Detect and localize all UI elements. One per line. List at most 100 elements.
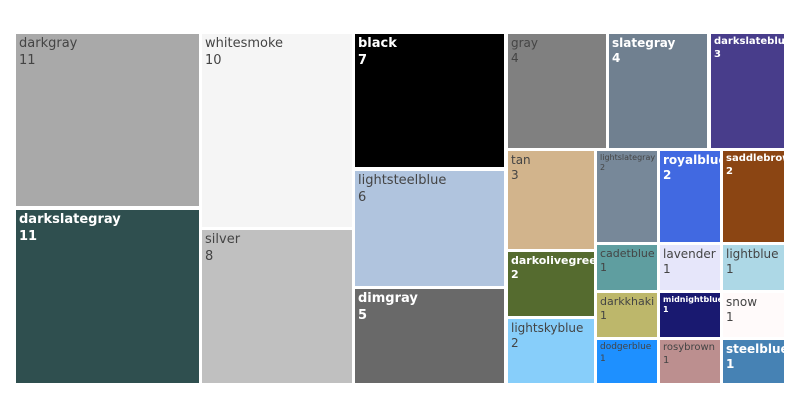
tile-name: steelblue (726, 342, 784, 356)
tile-value: 6 (358, 189, 367, 205)
tile-name: lightblue (726, 247, 779, 261)
tile-label: lightsteelblue 6 (358, 173, 446, 206)
tile-value: 2 (511, 268, 519, 282)
tile-value: 4 (511, 51, 519, 66)
treemap-tile-cadetblue[interactable]: cadetblue 1 (597, 245, 657, 290)
treemap-tile-slategray[interactable]: slategray 4 (609, 34, 707, 148)
tile-label: darkkhaki 1 (600, 295, 654, 323)
tile-name: darkslategray (19, 212, 121, 227)
tile-label: rosybrown 1 (663, 342, 715, 368)
tile-value: 10 (205, 52, 222, 68)
treemap-tile-lightslategray[interactable]: lightslategray 2 (597, 151, 657, 242)
tile-label: slategray 4 (612, 36, 675, 67)
tile-name: dodgerblue (600, 342, 652, 352)
tile-value: 1 (726, 262, 734, 277)
tile-name: gray (511, 36, 539, 50)
tile-value: 1 (663, 305, 669, 315)
tile-name: tan (511, 153, 531, 167)
tile-label: whitesmoke 10 (205, 36, 283, 69)
tile-label: lavender 1 (663, 247, 716, 278)
tile-value: 2 (600, 163, 606, 173)
tile-name: snow (726, 295, 758, 309)
tile-label: midnightblue 1 (663, 295, 720, 315)
tile-name: darkolivegreen (511, 254, 594, 267)
tile-name: lavender (663, 247, 716, 261)
tile-label: silver 8 (205, 232, 240, 265)
tile-value: 8 (205, 248, 214, 264)
tile-label: gray 4 (511, 36, 538, 67)
treemap-tile-darkslateblue[interactable]: darkslateblue 3 (711, 34, 784, 148)
tile-value: 5 (358, 307, 368, 323)
treemap-tile-lightblue[interactable]: lightblue 1 (723, 245, 784, 290)
tile-name: lightskyblue (511, 321, 584, 335)
tile-label: darkolivegreen2 (511, 254, 594, 282)
tile-name: lightsteelblue (358, 173, 447, 188)
tile-label: royalblue2 (663, 153, 720, 184)
tile-name: darkkhaki (600, 295, 655, 308)
tile-name: midnightblue (663, 295, 720, 304)
treemap-tile-darkolivegreen[interactable]: darkolivegreen2 (508, 252, 594, 316)
treemap-tile-lavender[interactable]: lavender 1 (660, 245, 720, 290)
tile-label: darkgray 11 (19, 36, 77, 69)
tile-value: 1 (600, 309, 607, 323)
tile-name: silver (205, 232, 241, 247)
tile-label: steelblue 1 (726, 342, 784, 373)
tile-label: darkslateblue 3 (714, 36, 784, 62)
treemap-chart: darkgray 11 darkslategray 11 whitesmoke 10 sil… (0, 0, 800, 400)
tile-label: darkslategray 11 (19, 212, 121, 245)
treemap-tile-dodgerblue[interactable]: dodgerblue 1 (597, 340, 657, 383)
tile-name: whitesmoke (205, 36, 284, 51)
tile-value: 1 (600, 261, 607, 275)
treemap-tile-whitesmoke[interactable]: whitesmoke 10 (202, 34, 352, 227)
treemap-tile-saddlebrown[interactable]: saddlebrown2 (723, 151, 784, 242)
tile-name: darkslateblue (714, 36, 784, 47)
tile-value: 3 (511, 168, 519, 183)
tile-name: cadetblue (600, 247, 655, 260)
tile-value: 1 (726, 357, 735, 372)
tile-label: tan 3 (511, 153, 531, 184)
treemap-tile-darkgray[interactable]: darkgray 11 (16, 34, 199, 206)
tile-value: 3 (714, 48, 721, 60)
treemap-tile-rosybrown[interactable]: rosybrown 1 (660, 340, 720, 383)
tile-value: 4 (612, 51, 621, 66)
tile-name: rosybrown (663, 342, 716, 353)
tile-value: 2 (511, 336, 519, 351)
tile-value: 2 (726, 165, 733, 177)
tile-value: 11 (19, 228, 38, 244)
treemap-tile-midnightblue[interactable]: midnightblue 1 (660, 293, 720, 337)
treemap-tile-darkkhaki[interactable]: darkkhaki 1 (597, 293, 657, 337)
treemap-tile-royalblue[interactable]: royalblue2 (660, 151, 720, 242)
tile-label: lightblue 1 (726, 247, 779, 278)
treemap-tile-tan[interactable]: tan 3 (508, 151, 594, 249)
tile-label: saddlebrown2 (726, 153, 784, 179)
tile-label: cadetblue 1 (600, 247, 655, 275)
tile-name: darkgray (19, 36, 78, 51)
treemap-tile-silver[interactable]: silver 8 (202, 230, 352, 383)
tile-name: dimgray (358, 291, 418, 306)
treemap-tile-lightsteelblue[interactable]: lightsteelblue 6 (355, 171, 504, 286)
tile-value: 2 (663, 168, 672, 183)
tile-label: black 7 (358, 36, 397, 69)
tile-name: lightslategray (600, 153, 656, 162)
treemap-tile-steelblue[interactable]: steelblue 1 (723, 340, 784, 383)
tile-value: 1 (726, 310, 734, 325)
tile-value: 7 (358, 52, 368, 68)
tile-name: royalblue (663, 153, 720, 167)
treemap-tile-gray[interactable]: gray 4 (508, 34, 606, 148)
treemap-tile-snow[interactable]: snow 1 (723, 293, 784, 337)
treemap-tile-dimgray[interactable]: dimgray 5 (355, 289, 504, 383)
tile-value: 1 (663, 354, 670, 366)
tile-value: 1 (600, 353, 606, 364)
tile-value: 1 (663, 262, 671, 277)
treemap-tile-lightskyblue[interactable]: lightskyblue 2 (508, 319, 594, 383)
treemap-tile-black[interactable]: black 7 (355, 34, 504, 167)
tile-label: snow 1 (726, 295, 757, 326)
tile-name: saddlebrown (726, 153, 784, 164)
treemap-tile-darkslategray[interactable]: darkslategray 11 (16, 210, 199, 383)
tile-label: lightslategray 2 (600, 153, 655, 173)
tile-name: slategray (612, 36, 676, 50)
tile-label: dodgerblue 1 (600, 342, 651, 365)
tile-label: lightskyblue 2 (511, 321, 583, 352)
tile-label: dimgray 5 (358, 291, 418, 324)
tile-value: 11 (19, 52, 36, 68)
